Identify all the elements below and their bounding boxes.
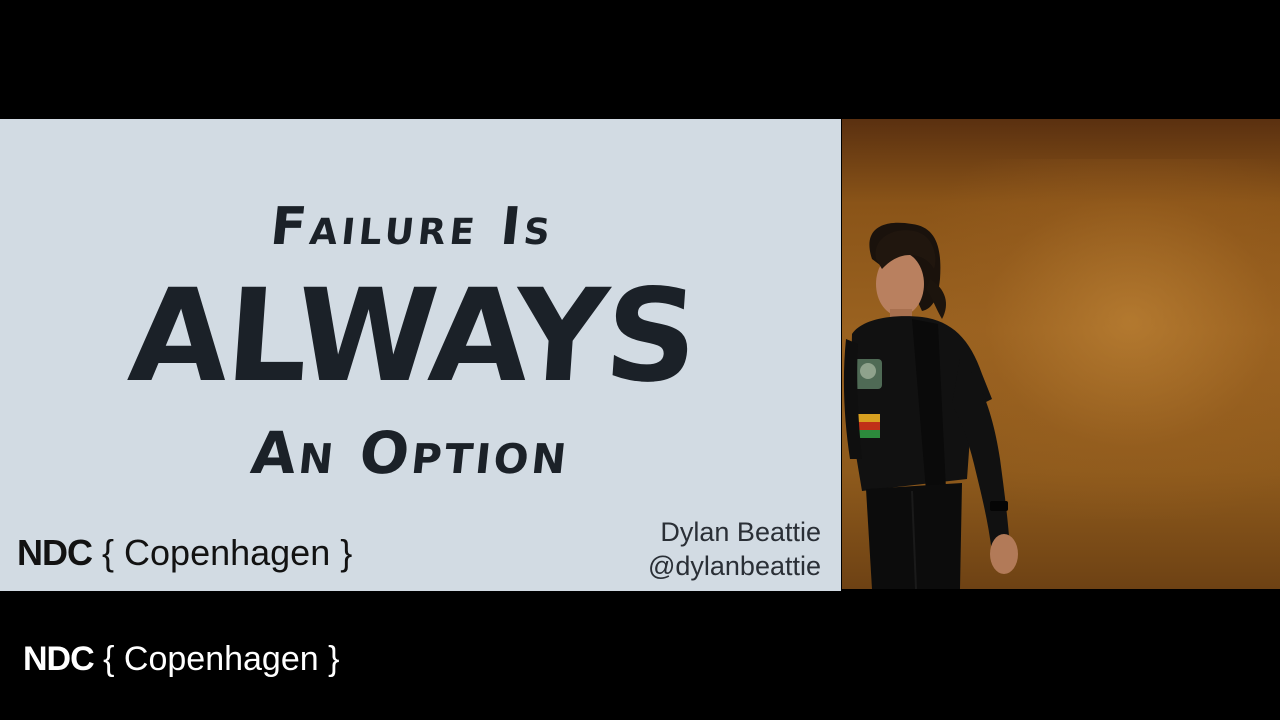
broadcast-logo-brand: NDC [23, 640, 95, 678]
broadcast-conference-logo: NDC { Copenhagen } [23, 640, 339, 679]
broadcast-logo-city: { Copenhagen } [93, 640, 340, 678]
slide-logo-brand: NDC [17, 532, 93, 573]
speaker-camera-feed [842, 119, 1280, 589]
speaker-name: Dylan Beattie [660, 517, 821, 547]
slide-title-line-3: An Option [247, 419, 574, 487]
slide-conference-logo: NDC { Copenhagen } [17, 532, 352, 574]
speaker-figure [843, 222, 1018, 589]
presentation-slide: Failure Is ALWAYS An Option NDC { Copenh… [0, 119, 841, 591]
slide-logo-city: { Copenhagen } [92, 532, 353, 573]
slide-title-line-2: ALWAYS [124, 262, 701, 411]
video-frame: Failure Is ALWAYS An Option NDC { Copenh… [0, 0, 1280, 720]
slide-title-line-1: Failure Is [267, 197, 558, 257]
speaker-handle: @dylanbeattie [647, 551, 821, 581]
speaker-credit: Dylan Beattie @dylanbeattie [648, 515, 821, 583]
